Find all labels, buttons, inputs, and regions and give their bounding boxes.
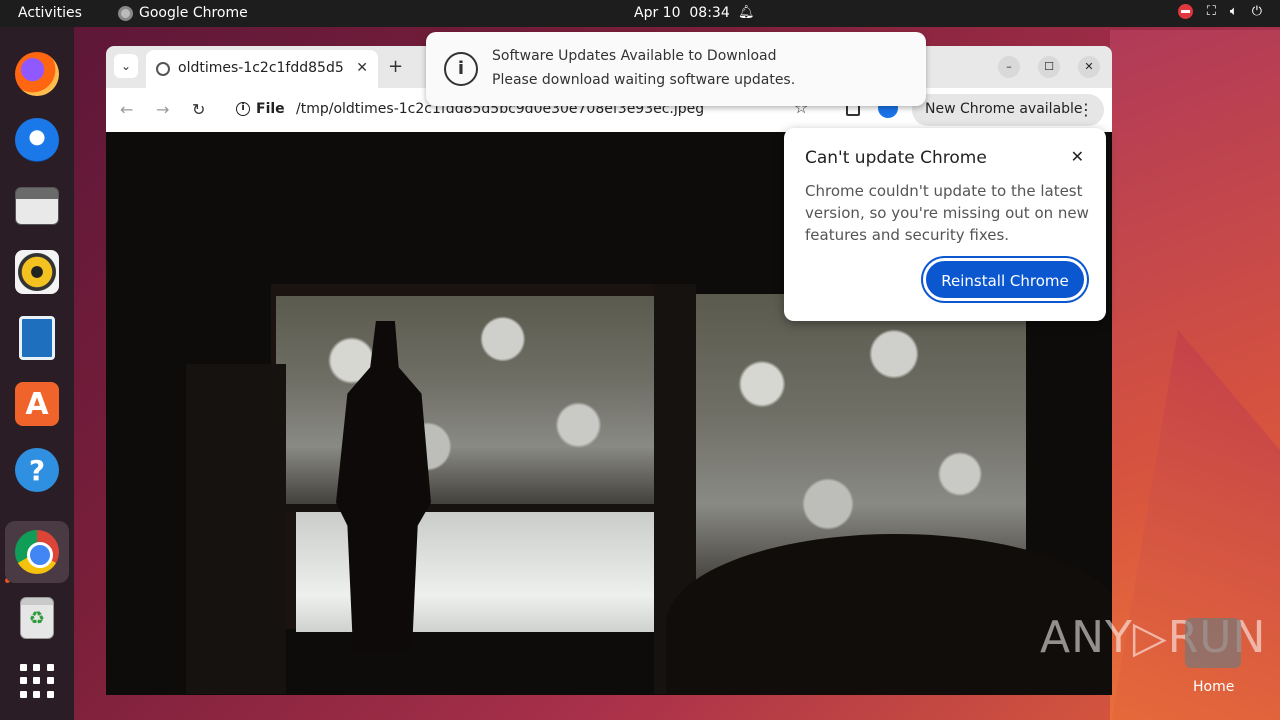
volume-icon[interactable]: 🔈︎ [1230,4,1238,19]
menu-dots-icon[interactable]: ⋮ [1078,100,1094,119]
power-icon[interactable]: ⏻ [1252,4,1262,19]
reload-button[interactable]: ↻ [192,100,205,119]
time: 08:34 [689,5,730,21]
app-center-icon: A [15,382,59,426]
notification-body: Please download waiting software updates… [492,72,796,88]
home-label[interactable]: Home [1193,679,1234,695]
reinstall-chrome-button[interactable]: Reinstall Chrome [923,258,1087,301]
omnibox-scheme: File [256,101,285,117]
window-pane-left [276,296,654,511]
update-error-bubble: Can't update Chrome ✕ Chrome couldn't up… [784,128,1106,321]
chrome-icon [15,530,59,574]
close-window-button[interactable]: ✕ [1078,56,1100,78]
dock-files[interactable] [11,180,63,232]
firefox-icon [15,52,59,96]
maximize-button[interactable]: ☐ [1038,56,1060,78]
thunderbird-icon [15,118,59,162]
bubble-body: Chrome couldn't update to the latest ver… [805,182,1089,244]
writer-icon [19,316,55,360]
tab-close-icon[interactable]: ✕ [356,60,368,76]
tab-title: oldtimes-1c2c1fdd85d5b [178,60,344,76]
show-apps-icon [20,664,54,698]
activities-button[interactable]: Activities [18,5,82,21]
dock-writer[interactable] [11,312,63,364]
forward-button[interactable]: → [156,100,169,119]
notification-title: Software Updates Available to Download [492,48,777,64]
window-rail [271,504,657,512]
close-icon[interactable]: ✕ [1071,147,1084,166]
clock[interactable]: Apr 10 08:34 [634,5,730,21]
dock-thunderbird[interactable] [11,114,63,166]
do-not-disturb-icon[interactable] [1177,4,1193,19]
back-button[interactable]: ← [120,100,133,119]
tab-active[interactable]: oldtimes-1c2c1fdd85d5b ✕ [146,50,378,88]
dock-trash[interactable]: ♻ [11,592,63,644]
dock: A ? ♻ [0,27,74,720]
dock-chrome[interactable] [5,521,69,583]
new-tab-button[interactable]: + [388,56,403,77]
help-icon: ? [15,448,59,492]
site-info-icon[interactable]: i [236,102,250,116]
home-folder-icon[interactable] [1185,618,1241,668]
dock-app-center[interactable]: A [11,378,63,430]
app-name: Google Chrome [139,5,248,21]
dock-rhythmbox[interactable] [11,246,63,298]
tab-search-button[interactable]: ⌄ [114,54,138,78]
globe-icon [156,62,170,76]
update-chip-label: New Chrome available [925,101,1083,117]
show-apps-button[interactable] [11,655,63,707]
app-menu[interactable]: Google Chrome [118,5,248,21]
minimize-button[interactable]: – [998,56,1020,78]
chrome-small-icon [118,5,133,21]
system-tray[interactable]: ⛶ 🔈︎ ⏻ [1177,4,1262,19]
files-icon [15,187,59,225]
bell-icon[interactable]: 🔔︎ [738,5,755,20]
network-icon[interactable]: ⛶ [1207,4,1216,19]
notification-banner[interactable]: i Software Updates Available to Download… [426,32,926,106]
dock-firefox[interactable] [11,48,63,100]
update-chip[interactable]: New Chrome available ⋮ [912,94,1104,126]
rhythmbox-icon [15,250,59,294]
dock-help[interactable]: ? [11,444,63,496]
bubble-title: Can't update Chrome [805,148,987,168]
dark-wall [186,364,286,694]
info-icon: i [444,52,478,86]
top-bar: Activities Google Chrome Apr 10 08:34 🔔︎… [0,0,1280,27]
date: Apr 10 [634,5,681,21]
trash-icon: ♻ [20,597,54,639]
